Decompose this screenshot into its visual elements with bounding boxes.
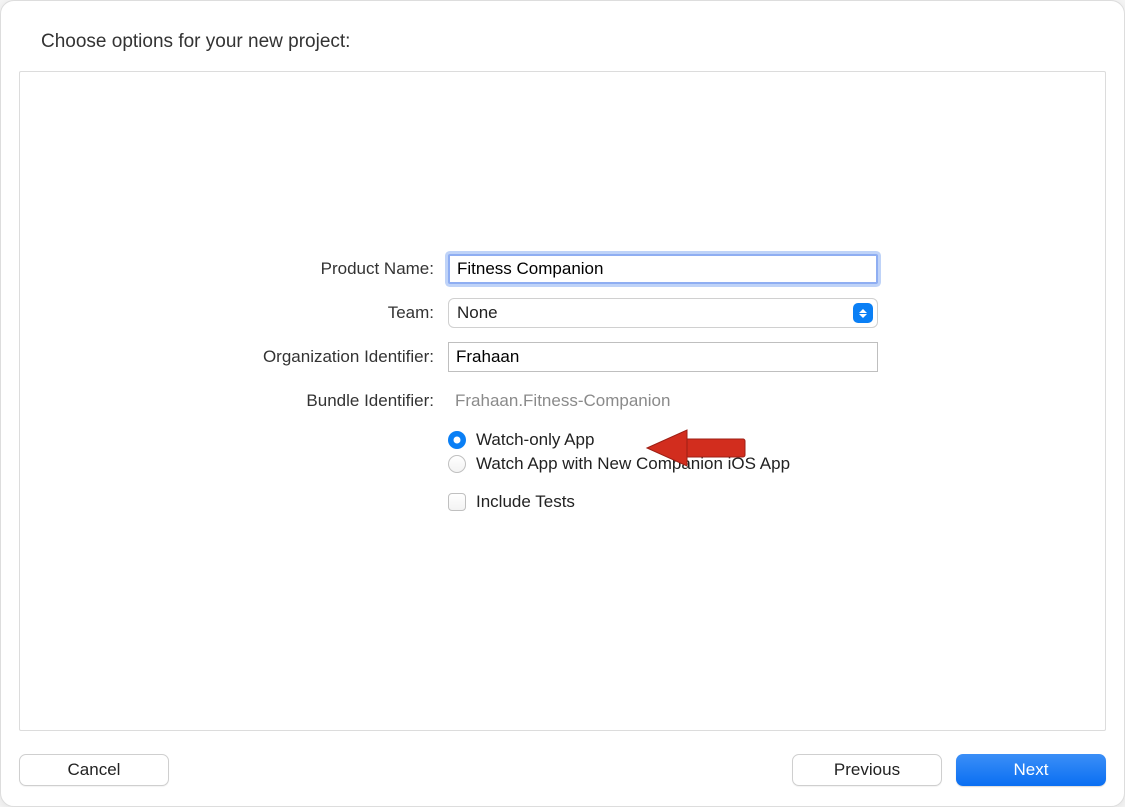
radio-watch-only[interactable]: Watch-only App <box>448 430 878 450</box>
new-project-options-dialog: Choose options for your new project: Pro… <box>0 0 1125 807</box>
radio-watch-with-companion-label: Watch App with New Companion iOS App <box>476 454 790 474</box>
include-tests-label: Include Tests <box>476 492 575 512</box>
previous-button[interactable]: Previous <box>792 754 942 786</box>
radio-watch-only-label: Watch-only App <box>476 430 594 450</box>
next-button[interactable]: Next <box>956 754 1106 786</box>
cancel-button[interactable]: Cancel <box>19 754 169 786</box>
checkbox-icon <box>448 493 466 511</box>
team-select-value: None <box>457 303 498 323</box>
org-identifier-input[interactable] <box>448 342 878 372</box>
product-name-input[interactable] <box>448 254 878 284</box>
team-select[interactable]: None <box>448 298 878 328</box>
org-identifier-label: Organization Identifier: <box>20 347 448 367</box>
team-label: Team: <box>20 303 448 323</box>
dialog-footer: Cancel Previous Next <box>19 754 1106 786</box>
dialog-title: Choose options for your new project: <box>41 31 1106 53</box>
radio-icon <box>448 455 466 473</box>
radio-watch-with-companion[interactable]: Watch App with New Companion iOS App <box>448 454 878 474</box>
updown-chevron-icon <box>853 303 873 323</box>
bundle-identifier-value: Frahaan.Fitness-Companion <box>448 386 878 416</box>
product-name-label: Product Name: <box>20 259 448 279</box>
include-tests-checkbox[interactable]: Include Tests <box>448 492 878 512</box>
form-panel: Product Name: Team: None <box>19 71 1106 731</box>
bundle-identifier-label: Bundle Identifier: <box>20 391 448 411</box>
radio-icon <box>448 431 466 449</box>
